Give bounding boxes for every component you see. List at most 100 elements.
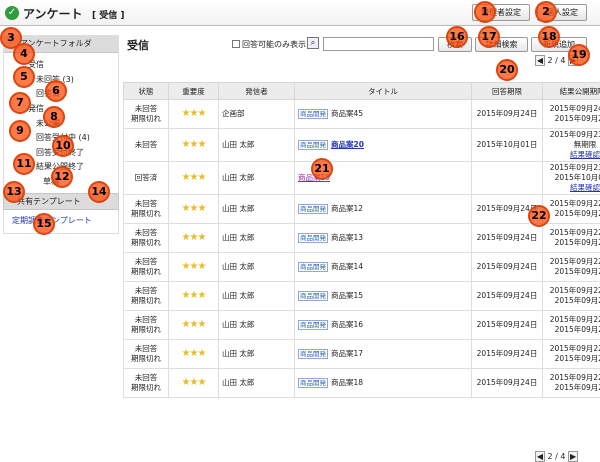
importance-stars: ★★★ [181, 203, 207, 214]
category-tag: 商品開発 [298, 204, 328, 214]
category-tag: 商品開発 [298, 262, 328, 272]
annotation-marker: 11 [13, 153, 35, 175]
bottom-previous-page-icon[interactable]: ◀ [535, 451, 545, 462]
result-period-cell: 2015年09月22日 ～2015年09月28日 [542, 281, 600, 311]
result-period-cell: 2015年09月23日 ～無期限結果確認 [542, 128, 600, 162]
result-period-cell: 2015年09月23日 ～2015年10月04日結果確認 [542, 161, 600, 195]
status-cell: 未回答 期限切れ [123, 281, 169, 311]
title-cell[interactable]: 商品開発 商品案13 [294, 223, 472, 253]
title-cell[interactable]: 商品開発 商品案18 [294, 368, 472, 398]
importance-cell: ★★★ [168, 223, 219, 253]
sender-cell: 山田 太郎 [218, 281, 295, 311]
title-bar: ✓ アンケート [ 受信 ] 管理者設定 個人設定 [0, 0, 600, 26]
result-period-cell: 2015年09月22日 ～2015年09月28日 [542, 310, 600, 340]
table-row[interactable]: 未回答 期限切れ ★★★ 山田 太郎 商品開発 商品案17 2015年09月24日 2015年… [123, 339, 600, 369]
annotation-marker: 8 [43, 106, 65, 128]
survey-title-link[interactable]: 商品案16 [331, 320, 363, 329]
due-cell: 2015年09月24日 [471, 99, 543, 129]
check-icon: ✓ [5, 6, 19, 20]
sender-cell: 山田 太郎 [218, 252, 295, 282]
column-status: 状態 [123, 82, 169, 100]
annotation-marker: 18 [538, 26, 560, 48]
title-cell[interactable]: 商品開発 商品案17 [294, 339, 472, 369]
importance-stars: ★★★ [181, 348, 207, 359]
importance-stars: ★★★ [181, 139, 207, 150]
status-cell: 未回答 期限切れ [123, 368, 169, 398]
survey-title-link[interactable]: 商品案45 [331, 109, 363, 118]
table-row[interactable]: 未回答 ★★★ 山田 太郎 商品開発 商品案20 2015年10月01日 2015年09月2… [123, 128, 600, 162]
annotation-marker: 20 [496, 59, 518, 81]
category-tag: 商品開発 [298, 109, 328, 119]
annotation-marker: 2 [535, 1, 557, 23]
importance-cell: ★★★ [168, 161, 219, 195]
sender-cell: 企画部 [218, 99, 295, 129]
annotation-marker: 1 [474, 1, 496, 23]
due-cell [471, 161, 543, 195]
importance-cell: ★★★ [168, 99, 219, 129]
importance-stars: ★★★ [181, 261, 207, 272]
survey-title-link[interactable]: 商品案20 [331, 140, 364, 149]
due-cell: 2015年09月24日 [471, 310, 543, 340]
page-subtitle: [ 受信 ] [92, 11, 125, 21]
importance-stars: ★★★ [181, 108, 207, 119]
result-period-cell: 2015年09月22日 ～2015年09月28日 [542, 223, 600, 253]
column-result-period[interactable]: 結果公開期限▼ [542, 82, 600, 100]
sender-cell: 山田 太郎 [218, 310, 295, 340]
annotation-marker: 16 [446, 26, 468, 48]
table-row[interactable]: 未回答 期限切れ ★★★ 山田 太郎 商品開発 商品案15 2015年09月24日 2015年… [123, 281, 600, 311]
table-row[interactable]: 未回答 期限切れ ★★★ 企画部 商品開発 商品案45 2015年09月24日 2015年09… [123, 99, 600, 129]
table-row[interactable]: 未回答 期限切れ ★★★ 山田 太郎 商品開発 商品案13 2015年09月24日 2015年… [123, 223, 600, 253]
annotation-marker: 22 [528, 205, 550, 227]
importance-stars: ★★★ [181, 290, 207, 301]
annotation-marker: 4 [13, 43, 35, 65]
previous-page-icon[interactable]: ◀ [535, 55, 545, 66]
title-cell[interactable]: 商品開発 商品案15 [294, 281, 472, 311]
annotation-marker: 14 [88, 181, 110, 203]
sender-cell: 山田 太郎 [218, 194, 295, 224]
importance-cell: ★★★ [168, 310, 219, 340]
survey-title-link[interactable]: 商品案12 [331, 204, 363, 213]
sender-cell: 山田 太郎 [218, 339, 295, 369]
annotation-marker: 17 [478, 26, 500, 48]
title-cell[interactable]: 商品開発 商品案20 [294, 128, 472, 162]
survey-title-link[interactable]: 商品案15 [331, 291, 363, 300]
column-due: 回答期限 [471, 82, 543, 100]
result-period-cell: 2015年09月22日 ～2015年09月28日 [542, 252, 600, 282]
status-cell: 未回答 [123, 128, 169, 162]
table-row[interactable]: 回答済★★★山田 太郎商品案192015年09月23日 ～2015年10月04日… [123, 161, 600, 195]
table-row[interactable]: 未回答 期限切れ ★★★ 山田 太郎 商品開発 商品案18 2015年09月24日 2015年… [123, 368, 600, 398]
status-cell: 未回答 期限切れ [123, 252, 169, 282]
status-cell: 未回答 期限切れ [123, 339, 169, 369]
annotation-marker: 9 [9, 120, 31, 142]
survey-title-link[interactable]: 商品案13 [331, 233, 363, 242]
title-cell[interactable]: 商品開発 商品案45 [294, 99, 472, 129]
sender-cell: 山田 太郎 [218, 368, 295, 398]
importance-cell: ★★★ [168, 252, 219, 282]
survey-title-link[interactable]: 商品案18 [331, 378, 363, 387]
title-cell[interactable]: 商品開発 商品案12 [294, 194, 472, 224]
survey-title-link[interactable]: 商品案14 [331, 262, 363, 271]
importance-stars: ★★★ [181, 172, 207, 183]
due-cell: 2015年09月24日 [471, 252, 543, 282]
result-period-cell: 2015年09月22日 ～2015年09月28日 [542, 368, 600, 398]
importance-cell: ★★★ [168, 128, 219, 162]
table-row[interactable]: 未回答 期限切れ ★★★ 山田 太郎 商品開発 商品案16 2015年09月24日 2015年… [123, 310, 600, 340]
result-period-cell: 2015年09月22日 ～2015年09月28日 [542, 194, 600, 224]
sender-cell: 山田 太郎 [218, 223, 295, 253]
title-cell[interactable]: 商品開発 商品案14 [294, 252, 472, 282]
category-tag: 商品開発 [298, 320, 328, 330]
answerable-only-checkbox[interactable] [232, 40, 240, 48]
table-row[interactable]: 未回答 期限切れ ★★★ 山田 太郎 商品開発 商品案14 2015年09月24日 2015年… [123, 252, 600, 282]
status-cell: 回答済 [123, 161, 169, 195]
survey-title-link[interactable]: 商品案17 [331, 349, 363, 358]
title-cell[interactable]: 商品開発 商品案16 [294, 310, 472, 340]
category-tag: 商品開発 [298, 291, 328, 301]
annotation-marker: 6 [45, 80, 67, 102]
due-cell: 2015年09月24日 [471, 339, 543, 369]
search-icon[interactable]: ⌕ [307, 37, 319, 49]
due-cell: 2015年09月24日 [471, 223, 543, 253]
bottom-next-page-icon[interactable]: ▶ [568, 451, 579, 462]
search-input[interactable] [323, 37, 434, 51]
importance-cell: ★★★ [168, 281, 219, 311]
annotation-marker: 15 [33, 213, 55, 235]
